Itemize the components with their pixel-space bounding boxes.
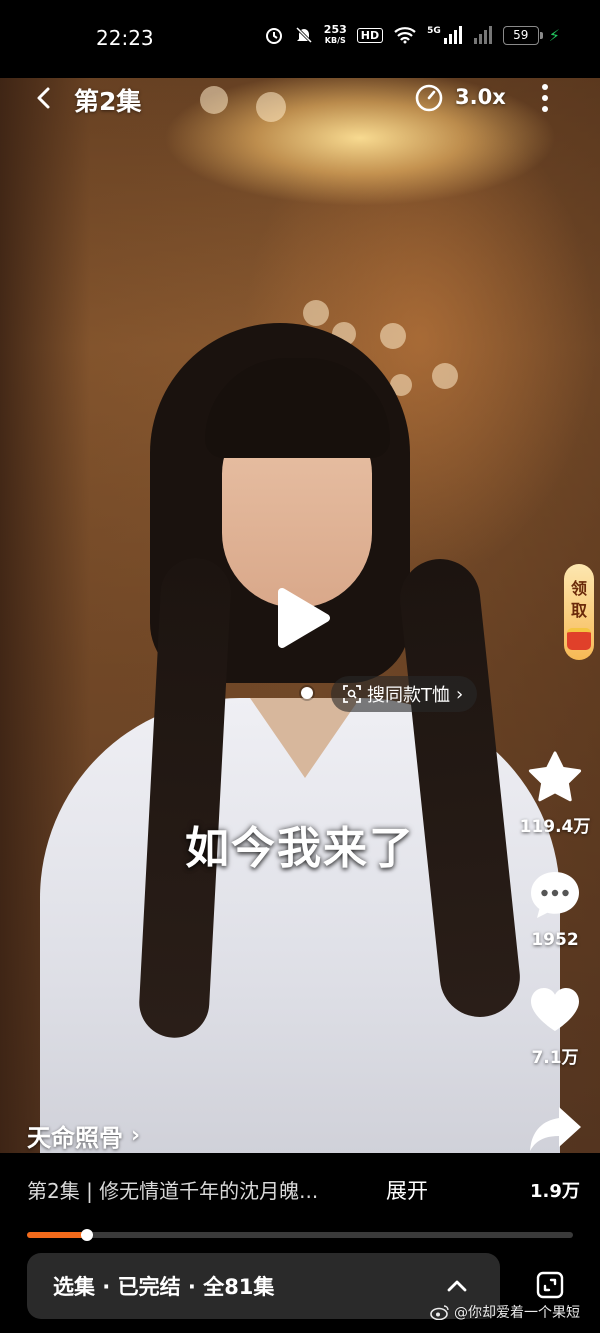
favorite-count: 119.4万 [519, 817, 591, 837]
expand-button[interactable]: 展开 [386, 1175, 428, 1205]
drama-name-link[interactable]: 天命照骨 › [27, 1118, 140, 1153]
back-icon[interactable] [32, 86, 56, 110]
product-tag-dot[interactable] [301, 687, 313, 699]
like-button[interactable]: 7.1万 [515, 985, 595, 1068]
watermark: @你却爱着一个果短 [430, 1302, 580, 1322]
status-time: 22:23 [96, 26, 154, 50]
wifi-icon [394, 27, 416, 44]
like-count: 7.1万 [531, 1048, 579, 1068]
video-subtitle: 如今我来了 [185, 823, 415, 874]
bokeh-light [380, 323, 406, 349]
playback-speed-button[interactable]: 3.0x [455, 85, 506, 109]
signal-icon-secondary [473, 26, 492, 44]
claim-char-1: 领 [570, 579, 587, 598]
signal-label: 5G [427, 26, 441, 36]
play-icon[interactable] [268, 586, 332, 650]
heart-icon [531, 988, 579, 1031]
share-button[interactable] [515, 1105, 595, 1153]
net-speed-unit: KB/S [324, 36, 346, 45]
net-speed: 253 KB/S [324, 24, 347, 46]
battery-level: 59 [513, 28, 529, 42]
status-icons: 253 KB/S HD 5G 59 ⚡ [264, 24, 560, 46]
watermark-text: @你却爱着一个果短 [454, 1305, 580, 1321]
weibo-logo-icon [430, 1305, 449, 1320]
episode-selector-label: 选集 · 已完结 · 全81集 [53, 1275, 275, 1299]
episode-description: 第2集 | 修无情道千年的沈月魄... [27, 1179, 319, 1203]
playback-speed-icon[interactable] [414, 83, 444, 113]
progress-fill [27, 1232, 88, 1238]
more-options-icon[interactable] [538, 82, 552, 114]
star-icon [528, 751, 582, 802]
chevron-right-icon: › [131, 1123, 141, 1148]
share-icon [530, 1107, 581, 1151]
progress-thumb[interactable] [81, 1229, 94, 1241]
battery-indicator: 59 [502, 25, 543, 45]
drama-name: 天命照骨 [27, 1124, 123, 1152]
status-bar: 22:23 253 KB/S HD 5G 59 ⚡ [0, 0, 600, 78]
share-count: 1.9万 [530, 1181, 580, 1202]
chevron-right-icon: › [456, 683, 464, 705]
net-speed-value: 253 [323, 23, 347, 36]
episode-title: 第2集 [74, 87, 142, 116]
search-similar-tag[interactable]: 搜同款T恤 › [331, 676, 478, 712]
mute-icon [295, 26, 312, 44]
progress-bar[interactable] [27, 1229, 573, 1241]
comment-icon [531, 872, 579, 918]
alarm-icon [265, 28, 282, 44]
image-search-icon [343, 685, 361, 703]
search-tag-label: 搜同款T恤 [367, 685, 450, 706]
charging-icon: ⚡ [548, 25, 560, 45]
comment-button[interactable]: 1952 [515, 868, 595, 950]
bokeh-light [432, 363, 458, 389]
signal-icon [443, 26, 462, 44]
chevron-up-icon [447, 1280, 467, 1292]
bokeh-light [303, 300, 329, 326]
comment-count: 1952 [531, 930, 579, 950]
favorite-button[interactable]: 119.4万 [515, 750, 595, 837]
treasure-chest-icon [567, 628, 591, 650]
claim-char-2: 取 [570, 601, 587, 620]
hd-badge: HD [356, 27, 384, 43]
player-top-bar: 第2集 3.0x [0, 78, 600, 118]
fullscreen-icon[interactable] [536, 1271, 564, 1299]
